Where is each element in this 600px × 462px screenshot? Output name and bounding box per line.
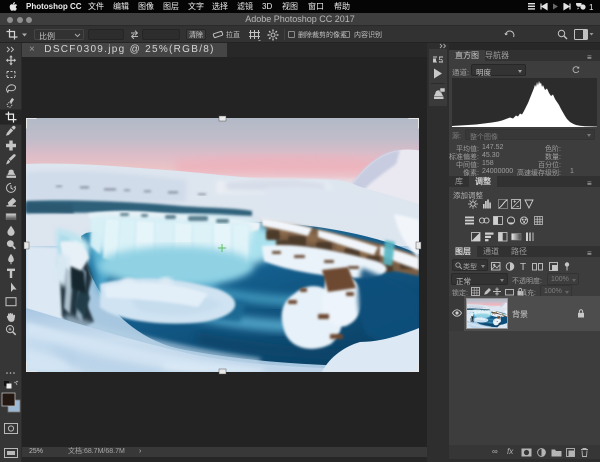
- svg-text:5: 5: [439, 56, 444, 65]
- svg-text:1: 1: [589, 3, 594, 11]
- svg-text:T: T: [520, 262, 526, 272]
